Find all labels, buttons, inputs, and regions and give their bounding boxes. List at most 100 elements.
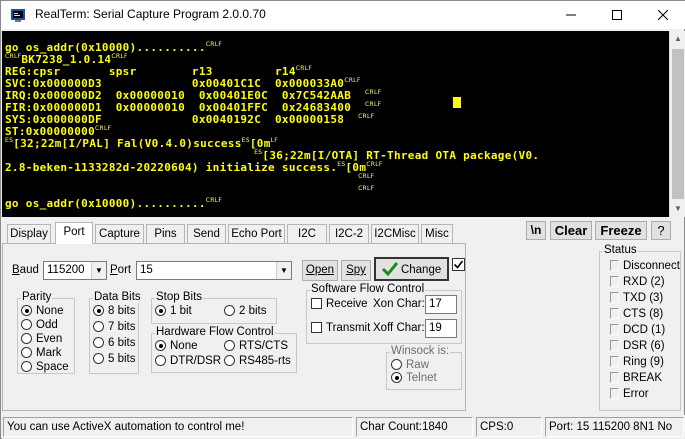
tab-capture[interactable]: Capture (95, 224, 144, 243)
control-char-glyph: LF (270, 137, 279, 144)
tab-send[interactable]: Send (187, 224, 226, 243)
parity-group: Parity None Odd Even Mark Space (17, 291, 75, 374)
hwflow-radio-none[interactable]: None (155, 340, 198, 352)
transmit-label: Transmit (326, 322, 371, 334)
newline-button[interactable]: \n (526, 221, 546, 240)
winsock-title: Winsock is: (390, 345, 451, 357)
scroll-down-icon[interactable]: ▼ (670, 201, 685, 217)
hwflow-radio-rs485-rts[interactable]: RS485-rts (224, 355, 291, 367)
led-label: Ring (9) (623, 356, 664, 368)
tab-port[interactable]: Port (55, 222, 93, 244)
tab-i2c[interactable]: I2C (287, 224, 327, 243)
status-title: Status (603, 244, 638, 256)
status-message: You can use ActiveX automation to contro… (3, 417, 353, 437)
swflow-title: Software Flow Control (310, 283, 426, 295)
baud-value: 115200 (47, 264, 85, 276)
change-button[interactable]: Change (374, 257, 449, 281)
radio-icon (93, 337, 104, 348)
stopbits-title: Stop Bits (155, 291, 204, 303)
control-char-glyph: CRLF (5, 53, 22, 60)
port-select[interactable]: 15 ▼ (136, 261, 292, 280)
tab-pins[interactable]: Pins (146, 224, 185, 243)
maximize-icon (612, 10, 622, 20)
databits-radio-5-bits[interactable]: 5 bits (93, 353, 136, 365)
terminal-scrollbar[interactable]: ▲ ▼ (669, 31, 685, 217)
swflow-group: Software Flow Control Receive Xon Char: … (306, 283, 462, 344)
chevron-down-icon: ▼ (276, 262, 291, 279)
scrollbar-thumb[interactable] (672, 49, 684, 199)
baud-select[interactable]: 115200 ▼ (43, 261, 107, 280)
status-led-cts-8: CTS (8) (610, 308, 680, 320)
radio-icon (391, 372, 402, 383)
terminal-output[interactable]: go os_addr(0x10000)..........CRLF CRLFBK7… (2, 31, 669, 217)
xoff-char-input[interactable]: 19 (425, 319, 457, 338)
status-led-rxd-2: RXD (2) (610, 276, 680, 288)
databits-radio-7-bits[interactable]: 7 bits (93, 321, 136, 333)
xoff-label: Xoff Char: (373, 322, 425, 334)
led-label: CTS (8) (623, 308, 664, 320)
control-char-glyph: CRLF (95, 125, 112, 132)
parity-radio-none[interactable]: None (21, 305, 64, 317)
port-status: Port: 15 115200 8N1 No (545, 417, 684, 437)
radio-icon (93, 305, 104, 316)
led-indicator-icon (610, 260, 619, 271)
hwflow-group: Hardware Flow Control None RTS/CTS DTR/DSR… (151, 326, 297, 373)
maximize-button[interactable] (594, 1, 640, 29)
led-indicator-icon (610, 324, 619, 335)
tab-i2c-2[interactable]: I2C-2 (329, 224, 369, 243)
control-char-glyph: ES (5, 137, 14, 144)
port-label: Port (110, 264, 132, 276)
led-label: Error (623, 388, 649, 400)
parity-radio-even[interactable]: Even (21, 333, 62, 345)
led-label: BREAK (623, 372, 662, 384)
xon-char-input[interactable]: 17 (425, 295, 457, 314)
control-char-glyph: CRLF (295, 65, 313, 72)
change-checkbox[interactable] (452, 258, 465, 271)
radio-label: Mark (36, 347, 62, 359)
stopbits-radio-1-bit[interactable]: 1 bit (155, 305, 192, 317)
status-led-error: Error (610, 388, 680, 400)
close-button[interactable] (640, 1, 685, 29)
parity-radio-mark[interactable]: Mark (21, 347, 62, 359)
tab-i2cmisc[interactable]: I2CMisc (371, 224, 419, 243)
close-icon (658, 10, 668, 20)
winsock-radio-telnet[interactable]: Telnet (391, 372, 437, 384)
parity-radio-odd[interactable]: Odd (21, 319, 58, 331)
checkbox-icon (311, 322, 322, 333)
radio-icon (21, 361, 32, 372)
transmit-checkbox[interactable]: Transmit (311, 322, 370, 334)
spy-button[interactable]: Spy (341, 260, 371, 281)
stopbits-radio-2-bits[interactable]: 2 bits (224, 305, 267, 317)
hwflow-radio-dtr-dsr[interactable]: DTR/DSR (155, 355, 221, 367)
databits-radio-8-bits[interactable]: 8 bits (93, 305, 136, 317)
radio-label: Telnet (406, 372, 437, 384)
freeze-button[interactable]: Freeze (595, 221, 647, 240)
radio-label: Even (36, 333, 63, 345)
radio-label: 6 bits (108, 337, 136, 349)
char-count: Char Count:1840 (356, 417, 473, 437)
help-button[interactable]: ? (651, 221, 671, 240)
tab-echo-port[interactable]: Echo Port (228, 224, 285, 243)
databits-radio-6-bits[interactable]: 6 bits (93, 337, 136, 349)
terminal-text: go os_addr(0x10000).......... (5, 197, 206, 210)
open-button[interactable]: Open (302, 260, 338, 281)
winsock-radio-raw[interactable]: Raw (391, 359, 429, 371)
led-indicator-icon (610, 292, 619, 303)
parity-title: Parity (21, 291, 53, 303)
minimize-button[interactable] (548, 1, 594, 29)
led-label: TXD (3) (623, 292, 664, 304)
baud-label: Baud (12, 264, 39, 276)
radio-label: RS485-rts (239, 355, 291, 367)
window-title: RealTerm: Serial Capture Program 2.0.0.7… (35, 7, 266, 21)
radio-label: 5 bits (108, 353, 136, 365)
parity-radio-space[interactable]: Space (21, 361, 69, 373)
receive-checkbox[interactable]: Receive (311, 298, 368, 310)
control-char-glyph: CRLF (366, 161, 383, 168)
tab-display[interactable]: Display (7, 224, 51, 243)
led-indicator-icon (610, 340, 619, 351)
hwflow-radio-rts-cts[interactable]: RTS/CTS (224, 340, 288, 352)
realterm-window: RealTerm: Serial Capture Program 2.0.0.7… (0, 0, 685, 439)
tab-misc[interactable]: Misc (421, 224, 453, 243)
clear-button[interactable]: Clear (550, 221, 592, 240)
scroll-up-icon[interactable]: ▲ (670, 31, 685, 47)
